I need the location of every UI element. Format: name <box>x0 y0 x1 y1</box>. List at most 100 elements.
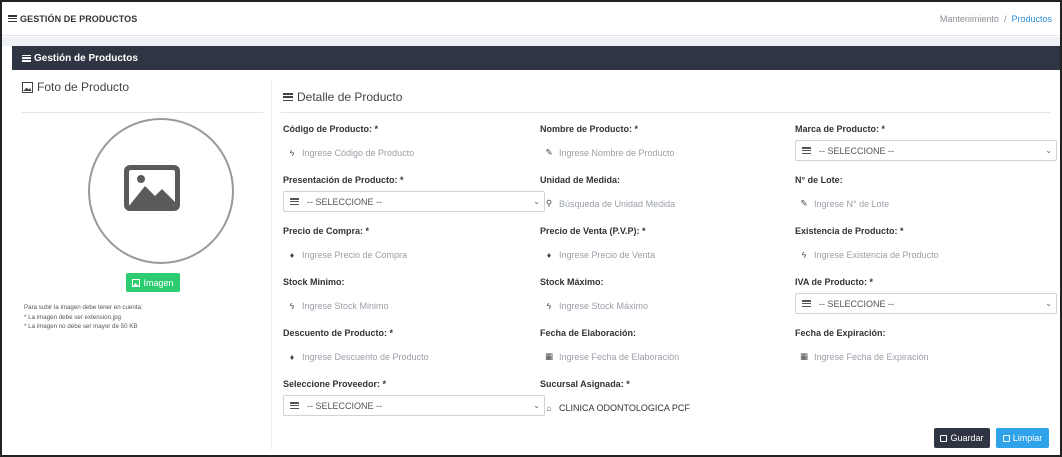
upload-notes: Para subir la imagen debe tener en cuent… <box>24 303 143 332</box>
list-icon <box>290 198 299 205</box>
stockmin-placeholder: Ingrese Stock Minimo <box>302 300 389 311</box>
expiracion-placeholder: Ingrese Fecha de Expiración <box>814 351 929 362</box>
upload-note: * La imagen no debe ser mayor de 50 KB <box>24 323 138 330</box>
field-proveedor: Seleccione Proveedor: * -- SELECCIONE --… <box>283 379 545 416</box>
save-label: Guardar <box>950 433 984 443</box>
save-button[interactable]: Guardar <box>934 428 990 448</box>
label-lote: N° de Lote: <box>795 175 843 185</box>
list-icon <box>8 15 17 22</box>
descuento-placeholder: Ingrese Descuento de Producto <box>302 351 429 362</box>
stockmax-placeholder: Ingrese Stock Máximo <box>559 300 649 311</box>
elaboracion-input[interactable]: ▦ Ingrese Fecha de Elaboración <box>540 349 802 364</box>
bank-icon: ⌂ <box>546 402 552 413</box>
field-sucursal: Sucursal Asignada: * ⌂ CLINICA ODONTOLOGI… <box>540 379 802 415</box>
photo-section-title: Foto de Producto <box>22 80 262 94</box>
label-codigo: Código de Producto: * <box>283 124 378 134</box>
image-placeholder-icon <box>124 165 180 211</box>
image-icon <box>132 278 141 287</box>
label-iva: IVA de Producto: * <box>795 277 874 287</box>
detail-title-text: Detalle de Producto <box>297 90 403 104</box>
codigo-input[interactable]: ϟ Ingrese Código de Producto <box>283 145 545 160</box>
field-iva: IVA de Producto: * -- SELECCIONE -- ⌄ <box>795 277 1057 314</box>
nombre-placeholder: Ingrese Nombre de Producto <box>559 147 675 158</box>
photo-section: Foto de Producto <box>22 80 262 94</box>
breadcrumb-productos: Productos <box>1011 13 1052 24</box>
label-expiracion: Fecha de Expiración: <box>795 328 886 338</box>
lote-input[interactable]: ✎ Ingrese N° de Lote <box>795 196 1057 211</box>
elaboracion-placeholder: Ingrese Fecha de Elaboración <box>559 351 680 362</box>
unidad-placeholder: Búsqueda de Unidad Medida <box>559 198 676 209</box>
stockmax-input[interactable]: ϟ Ingrese Stock Máximo <box>540 298 802 313</box>
field-existencia: Existencia de Producto: * ϟ Ingrese Exist… <box>795 226 1057 262</box>
marca-select[interactable]: -- SELECCIONE -- ⌄ <box>795 140 1057 161</box>
expiracion-input[interactable]: ▦ Ingrese Fecha de Expiración <box>795 349 1057 364</box>
descuento-input[interactable]: ♦ Ingrese Descuento de Producto <box>283 349 545 364</box>
venta-input[interactable]: ♦ Ingrese Precio de Venta <box>540 247 802 262</box>
chevron-down-icon: ⌄ <box>533 401 540 410</box>
field-stockmin: Stock Minimo: ϟ Ingrese Stock Minimo <box>283 277 545 313</box>
label-descuento: Descuento de Producto: * <box>283 328 394 338</box>
label-compra: Precio de Compra: * <box>283 226 370 236</box>
image-icon <box>22 81 33 93</box>
divider <box>22 112 263 113</box>
presentacion-value: -- SELECCIONE -- <box>307 196 383 207</box>
drop-icon: ♦ <box>546 249 552 260</box>
marca-value: -- SELECCIONE -- <box>819 145 895 156</box>
pencil-icon: ✎ <box>800 198 808 208</box>
product-photo-preview <box>88 118 234 264</box>
label-stockmin: Stock Minimo: <box>283 277 345 287</box>
list-icon <box>283 93 293 101</box>
bolt-icon: ϟ <box>546 300 552 311</box>
upload-note: * La imagen debe ser extension.jpg <box>24 313 122 321</box>
field-unidad: Unidad de Medida: ⚲ Búsqueda de Unidad Me… <box>540 175 802 211</box>
page-title-text: GESTIÓN DE PRODUCTOS <box>20 13 138 24</box>
label-stockmax: Stock Máximo: <box>540 277 604 287</box>
list-icon <box>802 300 811 307</box>
presentacion-select[interactable]: -- SELECCIONE -- ⌄ <box>283 191 545 212</box>
proveedor-select[interactable]: -- SELECCIONE -- ⌄ <box>283 395 545 416</box>
column-divider <box>271 80 272 450</box>
label-elaboracion: Fecha de Elaboración: <box>540 328 637 338</box>
clear-label: Limpiar <box>1012 433 1043 443</box>
field-presentacion: Presentación de Producto: * -- SELECCION… <box>283 175 545 212</box>
upload-image-button[interactable]: Imagen <box>126 273 180 292</box>
field-stockmax: Stock Máximo: ϟ Ingrese Stock Máximo <box>540 277 802 313</box>
field-codigo: Código de Producto: * ϟ Ingrese Código de… <box>283 124 545 160</box>
upload-image-label: Imagen <box>143 277 174 288</box>
bolt-icon: ϟ <box>801 249 807 260</box>
top-header: GESTIÓN DE PRODUCTOS Mantenimiento / Pro… <box>2 2 1060 36</box>
nombre-input[interactable]: ✎ Ingrese Nombre de Producto <box>540 145 802 160</box>
field-descuento: Descuento de Producto: * ♦ Ingrese Descue… <box>283 328 545 364</box>
breadcrumb: Mantenimiento / Productos <box>940 14 1052 24</box>
photo-title-text: Foto de Producto <box>37 80 130 94</box>
calendar-icon: ▦ <box>800 351 809 361</box>
chevron-down-icon: ⌄ <box>533 197 540 206</box>
detail-section-title: Detalle de Producto <box>283 90 402 104</box>
page-title: GESTIÓN DE PRODUCTOS <box>8 14 137 24</box>
compra-input[interactable]: ♦ Ingrese Precio de Compra <box>283 247 545 262</box>
label-marca: Marca de Producto: * <box>795 124 886 134</box>
iva-select[interactable]: -- SELECCIONE -- ⌄ <box>795 293 1057 314</box>
field-lote: N° de Lote: ✎ Ingrese N° de Lote <box>795 175 1057 211</box>
breadcrumb-mantenimiento[interactable]: Mantenimiento <box>940 14 999 24</box>
existencia-input[interactable]: ϟ Ingrese Existencia de Producto <box>795 247 1057 262</box>
unidad-input[interactable]: ⚲ Búsqueda de Unidad Medida <box>540 196 802 211</box>
label-existencia: Existencia de Producto: * <box>795 226 904 236</box>
drop-icon: ♦ <box>289 351 295 362</box>
list-icon <box>290 402 299 409</box>
pencil-icon: ✎ <box>545 147 553 157</box>
list-icon <box>22 54 31 62</box>
field-marca: Marca de Producto: * -- SELECCIONE -- ⌄ <box>795 124 1057 161</box>
search-icon: ⚲ <box>545 198 553 208</box>
breadcrumb-separator: / <box>1003 13 1007 24</box>
sucursal-input[interactable]: ⌂ CLINICA ODONTOLOGICA PCF <box>540 400 802 415</box>
panel-header: Gestión de Productos <box>12 46 1060 70</box>
field-elaboracion: Fecha de Elaboración: ▦ Ingrese Fecha de … <box>540 328 802 364</box>
upload-note: Para subir la imagen debe tener en cuent… <box>24 304 143 311</box>
label-presentacion: Presentación de Producto: * <box>283 175 404 185</box>
stockmin-input[interactable]: ϟ Ingrese Stock Minimo <box>283 298 545 313</box>
clear-button[interactable]: Limpiar <box>996 428 1049 448</box>
iva-value: -- SELECCIONE -- <box>819 298 895 309</box>
bolt-icon: ϟ <box>289 300 295 311</box>
lote-placeholder: Ingrese N° de Lote <box>814 198 890 209</box>
